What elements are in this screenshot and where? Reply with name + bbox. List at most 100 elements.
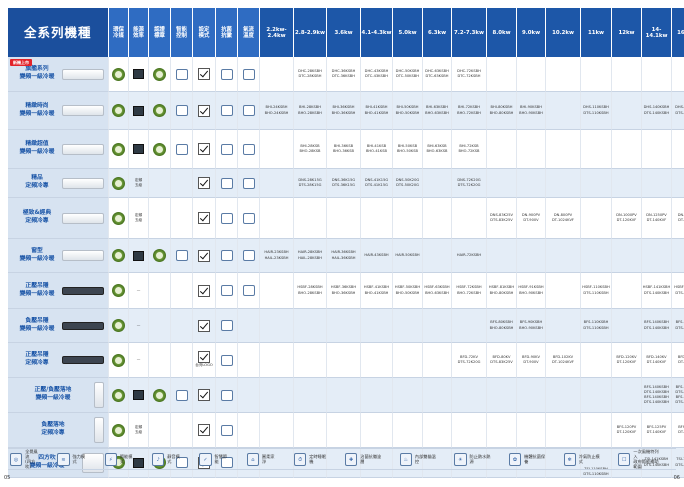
feature-cell	[149, 92, 171, 130]
small-note: 台灣LOGO	[195, 363, 213, 368]
check-icon	[198, 249, 210, 262]
model-cell: HSBF-110KSBH DTS-110KSBH	[581, 273, 612, 309]
smart-control-icon	[175, 68, 188, 80]
airflow-icon	[242, 143, 255, 155]
antibacterial-icon	[220, 389, 233, 401]
indoor-unit-image	[62, 250, 104, 261]
model-cell: DNS-50K20G DTS-50K20G	[393, 169, 423, 198]
feature-cell	[216, 413, 238, 448]
legend-item: ◎ 全覺風流 (四方吹)	[10, 449, 39, 469]
capacity-header: 3.6kw	[327, 8, 361, 57]
feature-cell	[193, 309, 216, 343]
legend-item: ✚ 治菌抗黴塗層	[345, 452, 382, 466]
check-icon	[198, 389, 210, 401]
feature-cell	[109, 343, 129, 378]
model-cell	[672, 57, 684, 92]
model-cell: DNS-36K15G DTS-36K15G	[327, 169, 361, 198]
model-series: 正壓吊隱 變頻一級冷暖	[8, 273, 109, 309]
model-cell	[517, 130, 546, 169]
model-cell	[327, 198, 361, 239]
model-cell	[612, 309, 642, 343]
model-cell	[294, 343, 327, 378]
model-cell	[581, 198, 612, 239]
model-series: 正壓吊隱 定頻冷專	[8, 343, 109, 378]
airflow-icon	[242, 250, 255, 261]
legend-label: 治菌抗黴塗層	[360, 454, 382, 464]
feature-header: 氣流 溫度	[238, 8, 260, 57]
legend-icon: ✓	[199, 452, 212, 466]
feature-cell	[149, 57, 171, 92]
dash-label: —	[136, 357, 141, 362]
legend-icon: ≋	[57, 452, 70, 466]
model-cell: HSBF-28KSBH BHO-28KSBH	[294, 273, 327, 309]
model-cell	[546, 57, 581, 92]
feature-cell	[129, 92, 149, 130]
model-cell	[260, 57, 294, 92]
legend-icon: ❄	[563, 452, 576, 466]
model-cell	[260, 309, 294, 343]
legend-icon: ⌂	[246, 452, 259, 466]
feature-cell	[238, 413, 260, 448]
efficiency-icon	[133, 390, 144, 400]
feature-cell	[109, 378, 129, 413]
series-name: 負壓吊隱 變頻一級冷暖	[19, 317, 55, 332]
feature-cell	[171, 92, 193, 130]
certification-icon	[153, 249, 166, 262]
antibacterial-icon	[220, 354, 233, 366]
feature-cell	[238, 239, 260, 273]
model-cell: BFD-72KV DTS-72K20G	[452, 343, 487, 378]
legend-icon: ☐	[618, 452, 631, 466]
legend-item: ✓ 智慧節能	[199, 452, 228, 466]
antibacterial-icon	[220, 424, 233, 436]
feature-cell	[149, 239, 171, 273]
feature-cell: —	[129, 309, 149, 343]
model-series: 負壓吊隱 變頻一級冷暖	[8, 309, 109, 343]
feature-cell	[109, 239, 129, 273]
airflow-icon	[242, 212, 255, 224]
model-cell: BHI-50KSB BHO-50KSB	[393, 130, 423, 169]
check-icon	[198, 177, 210, 189]
feature-cell: 定頻 五級	[129, 169, 149, 198]
series-name: 正壓/負壓落地 變頻一級冷暖	[34, 387, 72, 401]
model-cell: BHI-80KSBH BHO-80KSBH	[487, 92, 517, 130]
model-cell	[672, 239, 684, 273]
model-cell	[642, 130, 672, 169]
feature-cell	[216, 198, 238, 239]
airflow-icon	[242, 285, 255, 296]
series-name: 極致&經典 定頻冷專	[22, 210, 52, 224]
indoor-unit-image	[62, 143, 104, 155]
page-number-left: 05	[4, 475, 11, 481]
model-cell	[546, 239, 581, 273]
model-cell: HSBF-41KSBH BHO-41KSBH	[361, 273, 393, 309]
check-icon	[198, 143, 210, 155]
ac-grade-label: 定頻 五級	[134, 424, 143, 434]
antibacterial-icon	[220, 177, 233, 189]
series-name: 旗艦系列 變頻一級冷暖	[19, 66, 55, 80]
feature-header: 認證 標章	[149, 8, 171, 57]
model-cell: BHI-36KSBH BHO-36KSBH	[327, 92, 361, 130]
antibacterial-icon	[220, 285, 233, 296]
feature-cell	[216, 57, 238, 92]
model-cell: DN-900PV DT-900V	[517, 198, 546, 239]
feature-legend: ◎ 全覺風流 (四方吹) ≋ 強力模式 ⚡ 節能模式 ♪ 靜音模式 ✓ 智慧節能 ⌂ 圓柔家淨 ⏱ 定時睡…	[8, 448, 676, 470]
model-cell	[327, 343, 361, 378]
model-cell	[612, 92, 642, 130]
legend-item: ☐ 一次風機特列入 政府節能補助範圍	[618, 449, 662, 469]
feature-cell	[238, 92, 260, 130]
model-cell	[487, 239, 517, 273]
certification-icon	[153, 142, 166, 156]
model-cell	[423, 309, 452, 343]
model-cell	[517, 57, 546, 92]
table-title: 全系列機種	[8, 8, 109, 57]
model-cell	[546, 378, 581, 413]
feature-cell	[109, 198, 129, 239]
check-icon	[198, 284, 210, 297]
model-cell: BFD-90KV DT-900V	[517, 343, 546, 378]
model-series: 極致&經典 定頻冷專	[8, 198, 109, 239]
feature-cell: 台灣LOGO	[193, 343, 216, 378]
legend-icon: ✚	[345, 452, 358, 466]
feature-cell	[193, 239, 216, 273]
model-cell	[260, 198, 294, 239]
feature-cell	[238, 343, 260, 378]
model-cell: DHC-50KSBH DTC-50KSBH	[393, 57, 423, 92]
